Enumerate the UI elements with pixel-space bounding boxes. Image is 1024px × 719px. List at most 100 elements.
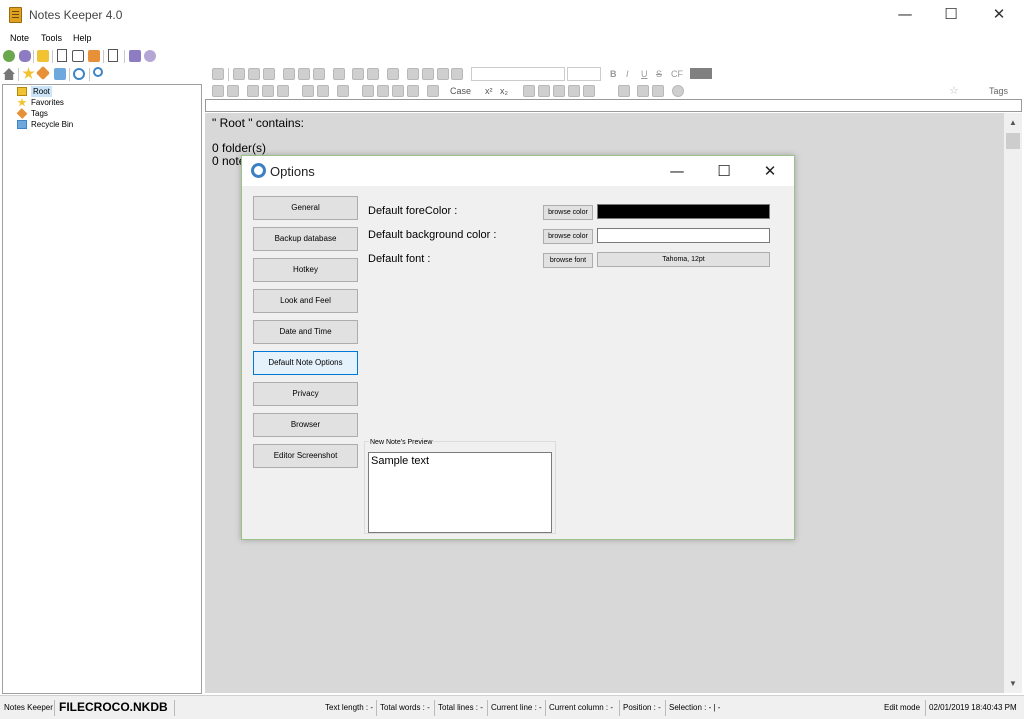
preview-textbox[interactable]: Sample text: [368, 452, 552, 533]
image-icon[interactable]: [298, 68, 310, 80]
note-properties-icon[interactable]: [637, 85, 649, 97]
nav-date-and-time-button[interactable]: Date and Time: [253, 320, 358, 344]
browse-background-color-button[interactable]: browse color: [543, 229, 593, 244]
menu-tools[interactable]: Tools: [41, 33, 62, 43]
comment-icon[interactable]: [352, 68, 364, 80]
font-value-box[interactable]: Tahoma, 12pt: [597, 252, 770, 267]
paste-icon[interactable]: [437, 68, 449, 80]
screenshot-icon[interactable]: [313, 68, 325, 80]
text-color-swatch[interactable]: [690, 68, 712, 79]
note-title-bar[interactable]: [205, 99, 1022, 112]
insert-image-icon[interactable]: [538, 85, 550, 97]
database-add-icon[interactable]: [3, 50, 15, 62]
new-folder-icon[interactable]: [37, 50, 49, 62]
star-icon[interactable]: [22, 67, 35, 79]
redo-icon[interactable]: [227, 85, 239, 97]
home-icon[interactable]: [3, 68, 15, 80]
italic-button[interactable]: I: [626, 69, 629, 79]
line-spacing-icon[interactable]: [427, 85, 439, 97]
tags-button[interactable]: Tags: [989, 86, 1008, 96]
clear-format-button[interactable]: CF: [671, 69, 683, 79]
nav-hotkey-button[interactable]: Hotkey: [253, 258, 358, 282]
tree-item-favorites[interactable]: Favorites: [17, 97, 64, 108]
superscript-button[interactable]: x²: [485, 86, 493, 96]
nav-privacy-button[interactable]: Privacy: [253, 382, 358, 406]
background-color-swatch[interactable]: [597, 228, 770, 243]
lock-icon[interactable]: [618, 85, 630, 97]
align-left-icon[interactable]: [362, 85, 374, 97]
nav-browser-button[interactable]: Browser: [253, 413, 358, 437]
attachment-icon[interactable]: [652, 85, 664, 97]
recycle-bin-icon[interactable]: [54, 68, 66, 80]
dialog-minimize-button[interactable]: —: [654, 156, 700, 186]
nav-general-button[interactable]: General: [253, 196, 358, 220]
new-note-icon[interactable]: [57, 49, 67, 62]
zoom-reset-icon[interactable]: [277, 85, 289, 97]
print-preview-icon[interactable]: [263, 68, 275, 80]
subscript-button[interactable]: x₂: [500, 86, 508, 96]
search-icon[interactable]: [93, 67, 103, 77]
align-center-icon[interactable]: [377, 85, 389, 97]
open-folder-icon[interactable]: [88, 50, 100, 62]
scroll-thumb[interactable]: [1006, 133, 1020, 149]
menu-help[interactable]: Help: [73, 33, 92, 43]
maximize-button[interactable]: ☐: [928, 0, 974, 30]
outdent-icon[interactable]: [317, 85, 329, 97]
favorite-star-icon[interactable]: ☆: [949, 84, 959, 97]
globe-icon[interactable]: [672, 85, 684, 97]
copy-format-icon[interactable]: [283, 68, 295, 80]
dialog-maximize-button[interactable]: ☐: [701, 156, 747, 186]
fore-color-swatch[interactable]: [597, 204, 770, 219]
justify-icon[interactable]: [407, 85, 419, 97]
nav-default-note-options-button[interactable]: Default Note Options: [253, 351, 358, 375]
font-dialog-icon[interactable]: [553, 85, 565, 97]
browse-font-button[interactable]: browse font: [543, 253, 593, 268]
tree-item-tags[interactable]: Tags: [16, 108, 48, 119]
cut-icon[interactable]: [407, 68, 419, 80]
bold-button[interactable]: B: [610, 69, 617, 79]
scroll-up-icon[interactable]: ▲: [1009, 118, 1017, 127]
delete-note-icon[interactable]: [108, 49, 118, 62]
menu-note[interactable]: Note: [10, 33, 29, 43]
save-icon[interactable]: [212, 68, 224, 80]
undo-icon[interactable]: [212, 85, 224, 97]
copy-icon[interactable]: [422, 68, 434, 80]
zoom-out-icon[interactable]: [262, 85, 274, 97]
font-name-combo[interactable]: [471, 67, 565, 81]
close-button[interactable]: ✕: [976, 0, 1022, 30]
window-icon[interactable]: [72, 50, 84, 62]
font-size-combo[interactable]: [567, 67, 601, 81]
eraser-icon[interactable]: [387, 68, 399, 80]
nav-backup-database-button[interactable]: Backup database: [253, 227, 358, 251]
database-icon[interactable]: [19, 50, 31, 62]
align-right-icon[interactable]: [392, 85, 404, 97]
bullet-list-icon[interactable]: [337, 85, 349, 97]
refresh-icon[interactable]: [73, 68, 85, 80]
tag-icon[interactable]: [35, 65, 51, 81]
nav-look-and-feel-button[interactable]: Look and Feel: [253, 289, 358, 313]
nav-editor-screenshot-button[interactable]: Editor Screenshot: [253, 444, 358, 468]
tree-item-root[interactable]: Root: [17, 86, 52, 97]
zoom-in-icon[interactable]: [247, 85, 259, 97]
export-icon[interactable]: [129, 50, 141, 62]
editor-scrollbar[interactable]: ▲ ▼: [1004, 113, 1022, 693]
indent-icon[interactable]: [302, 85, 314, 97]
highlight-icon[interactable]: [568, 85, 580, 97]
minimize-button[interactable]: —: [882, 0, 928, 30]
insert-date-icon[interactable]: [583, 85, 595, 97]
insert-table-icon[interactable]: [523, 85, 535, 97]
print-icon[interactable]: [248, 68, 260, 80]
settings-icon[interactable]: [144, 50, 156, 62]
browse-fore-color-button[interactable]: browse color: [543, 205, 593, 220]
scroll-down-icon[interactable]: ▼: [1009, 679, 1017, 688]
page-icon[interactable]: [233, 68, 245, 80]
underline-button[interactable]: U: [641, 69, 648, 79]
dialog-close-button[interactable]: ✕: [747, 156, 793, 186]
tree-item-recycle-bin[interactable]: Recycle Bin: [17, 119, 73, 130]
strikethrough-button[interactable]: S: [656, 69, 662, 79]
email-icon[interactable]: [367, 68, 379, 80]
paste-special-icon[interactable]: [451, 68, 463, 80]
case-dropdown[interactable]: Case: [450, 86, 471, 96]
window-title: Notes Keeper 4.0: [29, 8, 123, 22]
export-pdf-icon[interactable]: [333, 68, 345, 80]
